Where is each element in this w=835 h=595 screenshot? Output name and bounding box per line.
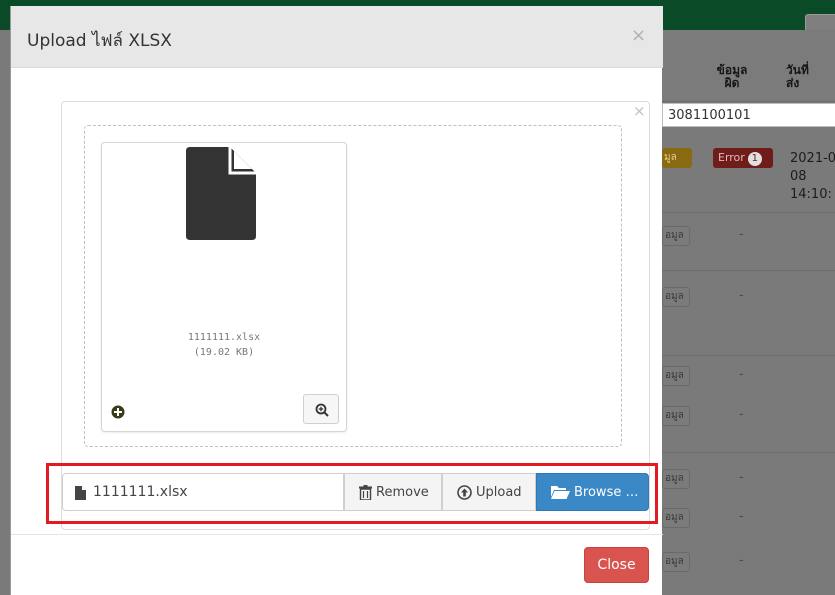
zoom-button[interactable] <box>303 394 339 424</box>
row-button-label: อมูล <box>665 473 684 484</box>
browse-label: Browse … <box>574 485 639 500</box>
file-caption-text: 1111111.xlsx <box>93 484 188 500</box>
row-button-label: อมูล <box>665 556 684 567</box>
drop-zone[interactable]: 1111111.xlsx (19.02 KB) <box>84 125 622 447</box>
row-info-button[interactable]: อมูล <box>662 552 690 572</box>
row-value: - <box>739 509 744 524</box>
row-divider <box>662 452 835 453</box>
error-badge[interactable]: Error 1 <box>713 148 773 168</box>
row-value: - <box>739 470 744 485</box>
row-info-button[interactable]: อมูล <box>662 406 690 426</box>
row-divider <box>662 212 835 213</box>
file-icon <box>75 486 86 500</box>
column-label: ข้อมูล ผิด <box>716 63 748 90</box>
row-info-button[interactable]: อมูล <box>662 508 690 528</box>
upload-modal: Upload ไฟล์ XLSX × × 1111111.xlsx (19.02… <box>10 6 663 595</box>
row-divider <box>662 355 835 356</box>
column-header-error-data: ข้อมูล ผิด <box>706 64 758 90</box>
row-value: - <box>739 553 744 568</box>
badge-label: มูล <box>664 152 677 163</box>
panel-close-icon[interactable]: × <box>633 102 646 120</box>
modal-header: Upload ไฟล์ XLSX × <box>11 6 663 68</box>
row-info-button[interactable]: อมูล <box>662 226 690 246</box>
row-value: - <box>739 288 744 303</box>
upload-button[interactable]: Upload <box>442 473 536 511</box>
preview-file-name: 1111111.xlsx <box>187 332 261 343</box>
send-date: 2021-0 08 14:10: <box>790 150 835 204</box>
row-button-label: อมูล <box>665 370 684 381</box>
modal-close-icon[interactable]: × <box>631 25 646 46</box>
upload-circle-icon <box>457 485 472 500</box>
row-value: - <box>739 367 744 382</box>
modal-footer-divider <box>11 534 663 535</box>
row-info-button[interactable]: อมูล <box>662 366 690 386</box>
error-count: 1 <box>747 152 762 166</box>
search-input[interactable] <box>662 103 835 127</box>
remove-label: Remove <box>376 485 429 500</box>
browse-button[interactable]: Browse … <box>536 473 649 511</box>
status-badge: มูล <box>662 148 692 168</box>
row-info-button[interactable]: อมูล <box>662 469 690 489</box>
trash-icon <box>359 485 372 500</box>
row-button-label: อมูล <box>665 291 684 302</box>
row-value: - <box>739 407 744 422</box>
row-value: - <box>739 227 744 242</box>
upload-label: Upload <box>476 485 522 500</box>
error-label: Error <box>718 151 745 164</box>
file-caption[interactable]: 1111111.xlsx <box>62 473 344 511</box>
file-icon <box>186 147 256 240</box>
row-button-label: อมูล <box>665 410 684 421</box>
row-info-button[interactable]: อมูล <box>662 287 690 307</box>
row-button-label: อมูล <box>665 230 684 241</box>
modal-title: Upload ไฟล์ XLSX <box>27 31 172 51</box>
file-preview-card: 1111111.xlsx (19.02 KB) <box>101 142 347 432</box>
column-label: วันที่ ส่ง <box>786 63 809 90</box>
column-header-send-date: วันที่ ส่ง <box>786 64 835 90</box>
zoom-in-icon <box>315 403 329 417</box>
row-divider <box>662 270 835 271</box>
plus-circle-icon[interactable] <box>111 405 125 419</box>
close-button[interactable]: Close <box>584 547 649 583</box>
remove-button[interactable]: Remove <box>344 473 442 511</box>
row-button-label: อมูล <box>665 512 684 523</box>
file-input-panel: × 1111111.xlsx (19.02 KB) 1111111.xlsx R… <box>46 101 658 530</box>
folder-open-icon <box>551 486 570 499</box>
file-input-group: 1111111.xlsx Remove Upload Browse … <box>62 473 649 511</box>
preview-file-size: (19.02 KB) <box>193 347 255 358</box>
date-text: 2021-0 08 14:10: <box>790 151 835 202</box>
